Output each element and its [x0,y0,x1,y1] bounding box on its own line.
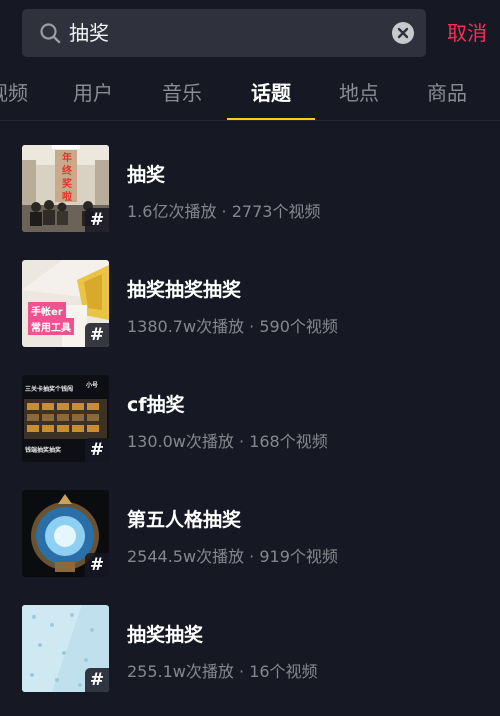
separator-dot: · [221,202,227,221]
topic-stats: 130.0w次播放 · 168个视频 [127,428,328,452]
search-category-tabs: 视频 用户 音乐 话题 地点 商品 [0,70,500,120]
separator-dot: · [249,317,255,336]
topic-result-item[interactable]: # 第五人格抽奖 2544.5w次播放 · 919个视频 [0,490,500,582]
play-count: 1380.7w次播放 [127,317,245,336]
topic-thumbnail: # [22,605,109,692]
tab-users[interactable]: 用户 [73,70,113,118]
search-query-text[interactable]: 抽奖 [69,9,109,57]
separator-dot: · [249,547,255,566]
topic-stats: 1380.7w次播放 · 590个视频 [127,313,338,337]
hashtag-icon: # [85,553,109,577]
search-input[interactable]: 抽奖 [22,9,426,57]
hashtag-icon: # [85,208,109,232]
topic-thumbnail: 三关卡抽奖个钱闯 小号 钱端抽奖抽奖 # [22,375,109,462]
play-count: 2544.5w次播放 [127,547,245,566]
divider [0,120,500,121]
topic-thumbnail: # [22,490,109,577]
hashtag-icon: # [85,438,109,462]
topic-stats: 2544.5w次播放 · 919个视频 [127,543,338,567]
video-count: 919个视频 [259,547,338,566]
topic-result-item[interactable]: 年 终 奖 啦 # 抽奖 1.6亿次播放 · 2773个视频 [0,145,500,237]
topic-title: 抽奖 [127,164,166,186]
topic-stats: 255.1w次播放 · 16个视频 [127,658,318,682]
separator-dot: · [239,432,245,451]
topic-title: 第五人格抽奖 [127,509,242,531]
hashtag-icon: # [85,668,109,692]
tab-places[interactable]: 地点 [339,70,379,118]
cancel-button[interactable]: 取消 [447,9,487,57]
search-results-screen: 抽奖 取消 视频 用户 音乐 话题 地点 商品 [0,0,500,716]
video-count: 168个视频 [249,432,328,451]
clear-icon[interactable] [392,22,414,44]
tab-videos[interactable]: 视频 [0,70,28,118]
play-count: 255.1w次播放 [127,662,234,681]
topic-title: 抽奖抽奖抽奖 [127,279,242,301]
topic-result-item[interactable]: # 抽奖抽奖 255.1w次播放 · 16个视频 [0,605,500,697]
topic-stats: 1.6亿次播放 · 2773个视频 [127,198,320,222]
topic-result-item[interactable]: 三关卡抽奖个钱闯 小号 钱端抽奖抽奖 # cf抽奖 130.0w次播放 · 16… [0,375,500,467]
play-count: 1.6亿次播放 [127,202,217,221]
video-count: 16个视频 [249,662,318,681]
hashtag-icon: # [85,323,109,347]
topic-result-item[interactable]: 手帐er 常用工具 # 抽奖抽奖抽奖 1380.7w次播放 · 590个视频 [0,260,500,352]
tab-music[interactable]: 音乐 [162,70,202,118]
tab-products[interactable]: 商品 [427,70,467,118]
tab-topics[interactable]: 话题 [251,70,291,118]
topic-thumbnail: 手帐er 常用工具 # [22,260,109,347]
topic-title: cf抽奖 [127,394,185,416]
video-count: 590个视频 [259,317,338,336]
video-count: 2773个视频 [231,202,321,221]
play-count: 130.0w次播放 [127,432,234,451]
separator-dot: · [239,662,245,681]
topic-thumbnail: 年 终 奖 啦 # [22,145,109,232]
search-icon [40,23,61,44]
topic-title: 抽奖抽奖 [127,624,204,646]
